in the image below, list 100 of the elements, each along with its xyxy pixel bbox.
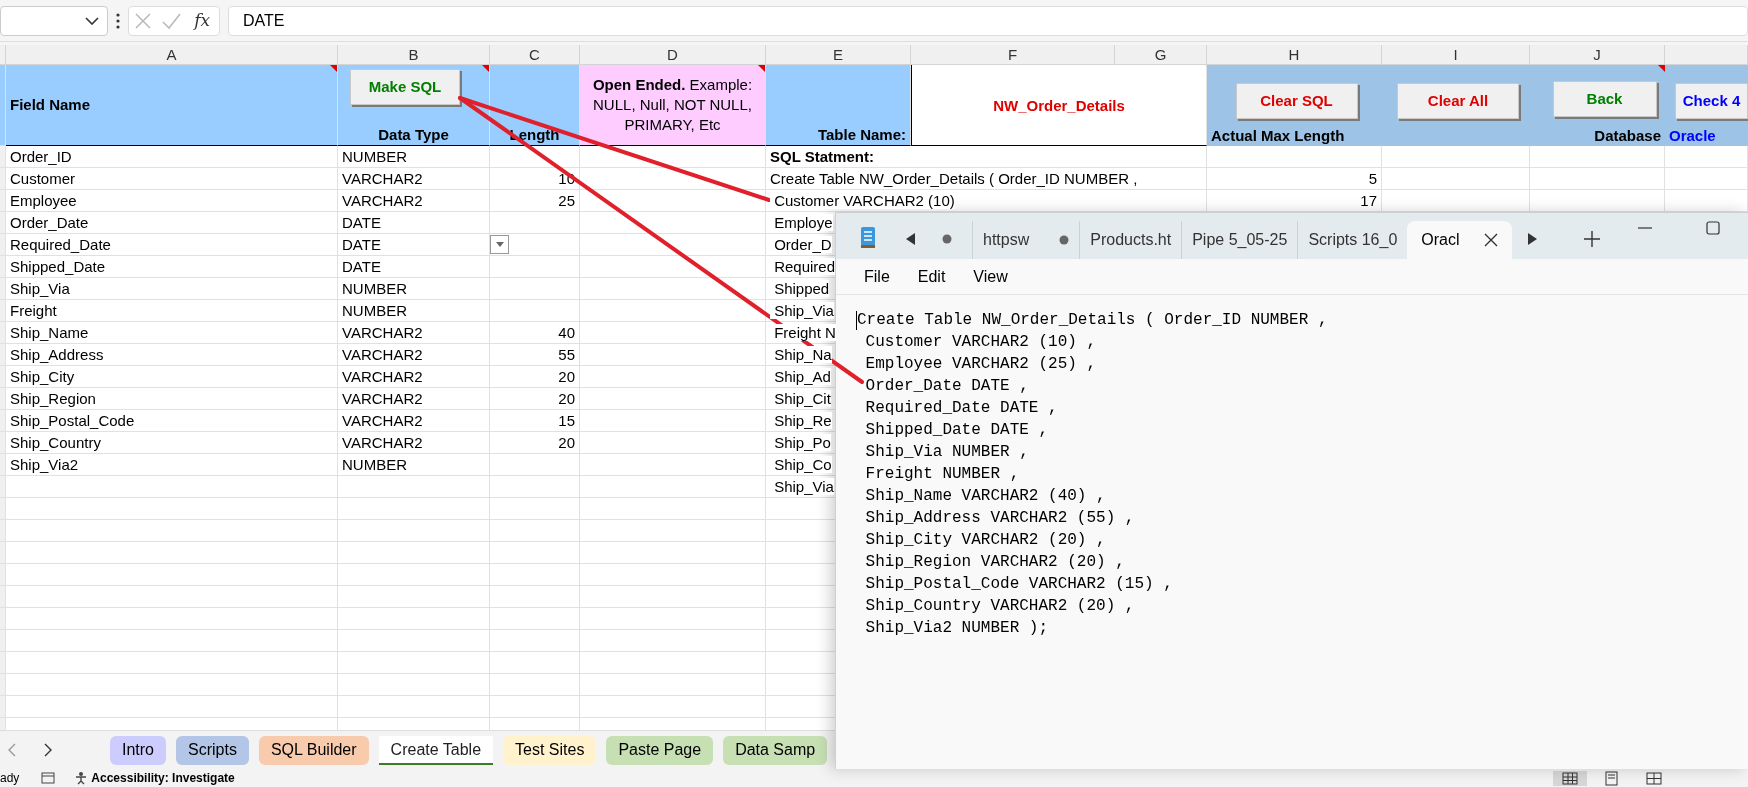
sheet-tab[interactable]: SQL Builder (258, 735, 369, 765)
data-type: VARCHAR2 (342, 368, 423, 385)
row-header[interactable] (0, 674, 6, 696)
text-line: Ship_Via NUMBER , (864, 442, 1029, 463)
row-header[interactable] (0, 256, 6, 278)
new-tab-icon[interactable] (1583, 231, 1600, 247)
header-label: Actual Max Length (1211, 127, 1345, 145)
scroll-right-icon[interactable] (1527, 233, 1538, 245)
row-header[interactable] (0, 630, 6, 652)
row-header[interactable] (0, 476, 6, 498)
make-sql-button[interactable]: Make SQL (350, 69, 460, 105)
row-header[interactable] (0, 168, 6, 190)
row-header[interactable] (0, 146, 6, 168)
field-name: Ship_Name (10, 324, 89, 341)
column-header[interactable]: F (911, 45, 1115, 65)
normal-view-icon[interactable] (1553, 770, 1587, 786)
page-break-icon[interactable] (1645, 770, 1663, 786)
close-icon[interactable] (1483, 233, 1498, 247)
header-note: Open Ended. Example: NULL, Null, NOT NULL, PRIMARY, Etc (591, 75, 754, 135)
macro-button[interactable]: Check 4 (1675, 83, 1748, 119)
row-header[interactable] (0, 344, 6, 366)
name-box[interactable] (0, 5, 108, 36)
sheet-tab[interactable]: Scripts (176, 735, 249, 765)
row-header[interactable] (0, 586, 6, 608)
editor-tab[interactable]: Products.ht (1079, 221, 1182, 259)
data-type: DATE (342, 236, 381, 253)
formula-field[interactable]: DATE (228, 5, 1748, 36)
accessibility-status[interactable]: Accessibility: Investigate (91, 769, 235, 787)
sheet-tab[interactable]: Data Samp (723, 735, 828, 765)
column-header[interactable]: D (580, 45, 766, 65)
data-type: VARCHAR2 (342, 192, 423, 209)
sheet-tab[interactable]: Paste Page (606, 735, 714, 765)
column-header[interactable]: H (1207, 45, 1382, 65)
accessibility-icon[interactable] (75, 771, 88, 785)
column-header[interactable]: G (1115, 45, 1207, 65)
macro-button[interactable]: Clear All (1397, 83, 1519, 119)
column-header[interactable]: A (6, 45, 338, 65)
editor-tab[interactable]: httpsw (972, 221, 1080, 259)
scroll-left-icon[interactable] (906, 233, 916, 245)
row-header[interactable] (0, 432, 6, 454)
row-header[interactable] (0, 190, 6, 212)
row-header[interactable] (0, 520, 6, 542)
column-header[interactable]: J (1530, 45, 1665, 65)
sheet-icon[interactable] (41, 772, 56, 784)
editor-tab[interactable]: Pipe 5_05-25 (1181, 221, 1298, 259)
data-type: VARCHAR2 (342, 170, 423, 187)
row-header[interactable] (0, 388, 6, 410)
sheet-tab[interactable]: Test Sites (503, 735, 597, 765)
column-header[interactable]: I (1382, 45, 1530, 65)
menu-item[interactable]: Edit (903, 264, 960, 289)
row-header[interactable] (0, 300, 6, 322)
enter-icon[interactable] (161, 11, 181, 30)
row-header[interactable] (0, 454, 6, 476)
row-header[interactable] (0, 652, 6, 674)
data-type: DATE (342, 258, 381, 275)
menu-item[interactable]: File (850, 264, 904, 289)
select-all-corner[interactable] (0, 45, 6, 65)
row-header[interactable] (0, 608, 6, 630)
editor-tab[interactable]: Oracl (1407, 221, 1512, 259)
more-icon[interactable] (116, 12, 120, 29)
scroll-right-icon[interactable] (44, 743, 52, 757)
column-header[interactable]: B (338, 45, 490, 65)
menu-item[interactable]: View (959, 264, 1022, 289)
text-line: Ship_Country VARCHAR2 (20) , (864, 596, 1135, 617)
cancel-icon[interactable] (133, 11, 152, 30)
header-label: Field Name (10, 95, 91, 114)
maximize-icon[interactable] (1706, 221, 1720, 235)
text-line: Ship_Name VARCHAR2 (40) , (864, 486, 1106, 507)
row-header[interactable] (0, 696, 6, 718)
sheet-tab[interactable]: Intro (110, 735, 166, 765)
column-header[interactable]: E (766, 45, 911, 65)
row-header[interactable] (0, 564, 6, 586)
header-label: Data Type (378, 126, 449, 144)
table-name: NW_Order_Details (993, 95, 1125, 116)
row-header[interactable] (0, 366, 6, 388)
macro-button[interactable]: Back (1552, 81, 1657, 117)
dropdown-button[interactable] (490, 235, 509, 254)
column-header[interactable]: C (490, 45, 580, 65)
field-name: Order_Date (10, 214, 89, 231)
column-header[interactable] (1665, 45, 1748, 65)
text-line: Order_Date DATE , (864, 376, 1029, 397)
row-header[interactable] (0, 65, 6, 146)
data-type: VARCHAR2 (342, 390, 423, 407)
text-line: Customer VARCHAR2 (10) , (864, 332, 1097, 353)
page-layout-icon[interactable] (1603, 770, 1621, 786)
text-line: Freight NUMBER , (864, 464, 1020, 485)
minimize-icon[interactable] (1638, 227, 1652, 229)
sheet-tab[interactable]: Create Table (378, 735, 494, 765)
row-header[interactable] (0, 234, 6, 256)
row-header[interactable] (0, 542, 6, 564)
macro-button[interactable]: Clear SQL (1235, 83, 1358, 119)
data-type: NUMBER (342, 148, 407, 165)
row-header[interactable] (0, 498, 6, 520)
row-header[interactable] (0, 278, 6, 300)
notepad-app-icon (858, 225, 878, 249)
row-header[interactable] (0, 212, 6, 234)
field-name: Required_Date (10, 236, 111, 253)
header-label: Database (1594, 127, 1661, 145)
row-header[interactable] (0, 410, 6, 432)
row-header[interactable] (0, 322, 6, 344)
